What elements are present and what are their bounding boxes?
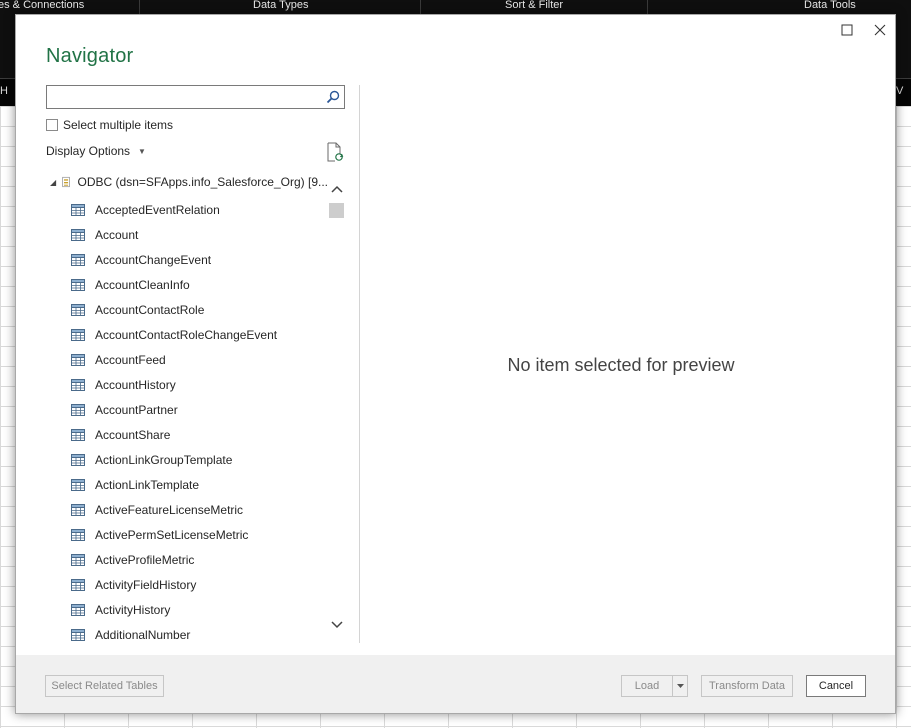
table-list: AcceptedEventRelation Account AccountCha…	[46, 197, 328, 642]
table-icon	[71, 578, 85, 591]
dialog-footer: Select Related Tables Load Transform Dat…	[16, 655, 895, 713]
ribbon-group-label: Data Tools	[804, 0, 856, 11]
list-item[interactable]: ActiveProfileMetric	[46, 547, 328, 572]
list-item[interactable]: AccountChangeEvent	[46, 247, 328, 272]
list-item[interactable]: AccountContactRole	[46, 297, 328, 322]
table-icon	[71, 253, 85, 266]
list-item-label: AccountPartner	[95, 402, 178, 417]
chevron-up-icon	[330, 185, 343, 193]
list-item[interactable]: AdditionalNumber	[46, 622, 328, 642]
tree-root-node[interactable]: ◢ ODBC (dsn=SFApps.info_Salesforce_Org) …	[46, 172, 328, 192]
navigator-dialog: Navigator Select multiple items Display …	[15, 14, 896, 714]
list-item[interactable]: AccountPartner	[46, 397, 328, 422]
tree-scrollbar[interactable]	[328, 179, 345, 641]
list-item-label: AccountChangeEvent	[95, 252, 212, 267]
list-item-label: AcceptedEventRelation	[95, 202, 220, 217]
list-item[interactable]: ActivityHistory	[46, 597, 328, 622]
list-item-label: ActionLinkGroupTemplate	[95, 452, 233, 467]
maximize-button[interactable]	[834, 18, 860, 42]
list-item[interactable]: AccountContactRoleChangeEvent	[46, 322, 328, 347]
close-button[interactable]	[867, 18, 893, 42]
list-item-label: AccountHistory	[95, 377, 176, 392]
list-item-label: ActiveFeatureLicenseMetric	[95, 502, 244, 517]
search-field[interactable]	[46, 85, 345, 109]
table-icon	[71, 453, 85, 466]
table-icon	[71, 378, 85, 391]
ribbon-divider	[647, 0, 648, 14]
ribbon-divider	[139, 0, 140, 14]
load-options-button[interactable]	[672, 675, 688, 697]
select-multiple-label: Select multiple items	[63, 118, 174, 132]
table-icon	[71, 628, 85, 641]
list-item[interactable]: ActivePermSetLicenseMetric	[46, 522, 328, 547]
maximize-icon	[841, 24, 853, 36]
tree-root-label: ODBC (dsn=SFApps.info_Salesforce_Org) [9…	[77, 175, 328, 189]
list-item-label: ActivityFieldHistory	[95, 577, 197, 592]
table-icon	[71, 503, 85, 516]
select-related-tables-button[interactable]: Select Related Tables	[45, 675, 164, 697]
search-input[interactable]	[49, 88, 319, 106]
close-icon	[874, 24, 886, 36]
list-item-label: AccountCleanInfo	[95, 277, 190, 292]
load-button[interactable]: Load	[621, 675, 673, 697]
ribbon-divider	[420, 0, 421, 14]
ribbon-group-label: Sort & Filter	[505, 0, 564, 11]
ribbon-group-label: es & Connections	[0, 0, 85, 11]
preview-empty-message: No item selected for preview	[507, 355, 735, 375]
chevron-down-icon	[330, 621, 343, 629]
table-icon	[71, 328, 85, 341]
transform-data-button[interactable]: Transform Data	[701, 675, 793, 697]
list-item-label: ActivityHistory	[95, 602, 171, 617]
list-item[interactable]: AccountFeed	[46, 347, 328, 372]
list-item[interactable]: AcceptedEventRelation	[46, 197, 328, 222]
column-header-label: V	[896, 85, 904, 97]
list-item[interactable]: AccountHistory	[46, 372, 328, 397]
table-icon	[71, 353, 85, 366]
table-icon	[71, 553, 85, 566]
table-icon	[71, 603, 85, 616]
list-item-label: ActivePermSetLicenseMetric	[95, 527, 249, 542]
list-item-label: AccountFeed	[95, 352, 166, 367]
list-item[interactable]: AccountShare	[46, 422, 328, 447]
dialog-title: Navigator	[46, 45, 134, 67]
collapse-triangle-icon[interactable]: ◢	[50, 178, 58, 187]
scroll-thumb[interactable]	[329, 203, 344, 218]
list-item-label: ActiveProfileMetric	[95, 552, 195, 567]
list-item[interactable]: Account	[46, 222, 328, 247]
ribbon-group-label: Data Types	[253, 0, 309, 11]
display-options-label: Display Options	[46, 144, 131, 158]
table-icon	[71, 303, 85, 316]
table-icon	[71, 528, 85, 541]
cancel-button[interactable]: Cancel	[806, 675, 866, 697]
list-item-label: ActionLinkTemplate	[95, 477, 200, 492]
table-icon	[71, 228, 85, 241]
list-item[interactable]: ActionLinkGroupTemplate	[46, 447, 328, 472]
table-icon	[71, 203, 85, 216]
select-multiple-checkbox[interactable]	[46, 119, 58, 131]
table-icon	[71, 403, 85, 416]
list-item[interactable]: AccountCleanInfo	[46, 272, 328, 297]
caret-down-icon	[676, 684, 684, 688]
scroll-down-button[interactable]	[328, 615, 345, 635]
list-item[interactable]: ActionLinkTemplate	[46, 472, 328, 497]
list-item-label: AccountContactRoleChangeEvent	[95, 327, 278, 342]
column-header-label: H	[0, 85, 8, 97]
list-item-label: Account	[95, 227, 139, 242]
table-icon	[71, 278, 85, 291]
list-item-label: AccountContactRole	[95, 302, 205, 317]
refresh-icon[interactable]	[326, 142, 344, 162]
list-item[interactable]: ActivityFieldHistory	[46, 572, 328, 597]
list-item[interactable]: ActiveFeatureLicenseMetric	[46, 497, 328, 522]
table-icon	[71, 478, 85, 491]
database-icon	[62, 176, 70, 188]
navigator-tree: ◢ ODBC (dsn=SFApps.info_Salesforce_Org) …	[46, 172, 328, 642]
display-options-dropdown[interactable]: Display Options ▼	[46, 144, 146, 158]
scroll-up-button[interactable]	[328, 179, 345, 199]
search-icon[interactable]	[325, 89, 341, 105]
table-icon	[71, 428, 85, 441]
caret-down-icon: ▼	[138, 146, 146, 156]
list-item-label: AdditionalNumber	[95, 627, 191, 642]
list-item-label: AccountShare	[95, 427, 171, 442]
select-multiple-option[interactable]: Select multiple items	[46, 118, 173, 132]
